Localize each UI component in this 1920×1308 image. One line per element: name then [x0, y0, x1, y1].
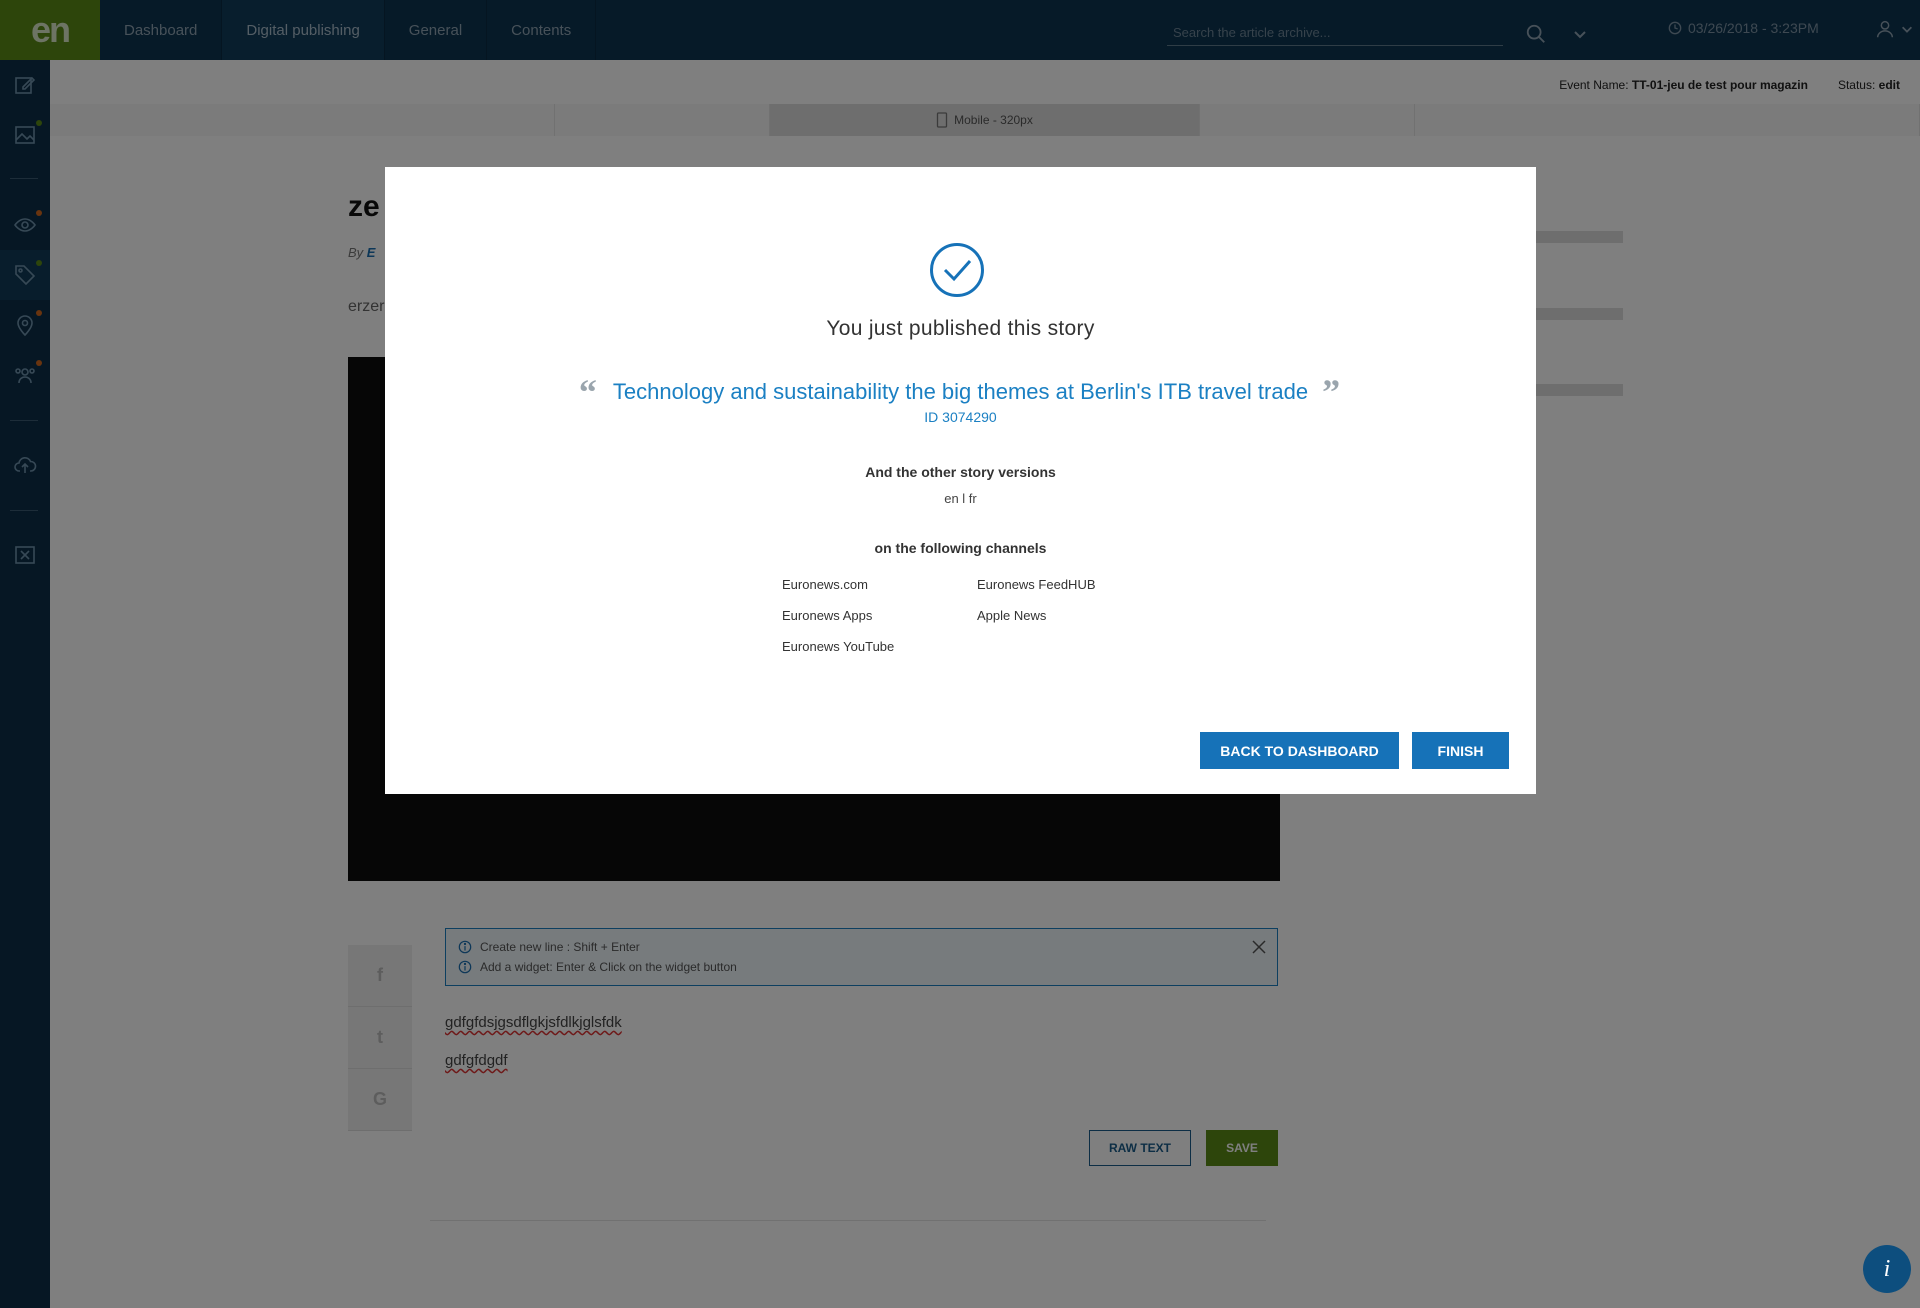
help-button[interactable]: i: [1863, 1245, 1911, 1293]
finish-button[interactable]: FINISH: [1412, 732, 1509, 769]
story-id: ID 3074290: [924, 409, 997, 425]
versions-label: And the other story versions: [865, 464, 1056, 480]
channels-label: on the following channels: [874, 540, 1047, 556]
check-circle-icon: [930, 243, 984, 297]
dialog-heading: You just published this story: [826, 317, 1095, 340]
channel-list: Euronews.com Euronews FeedHUB Euronews A…: [782, 577, 1142, 654]
open-quote-icon: “: [578, 372, 597, 412]
close-quote-icon: ”: [1322, 372, 1341, 412]
info-icon: i: [1883, 1255, 1891, 1282]
back-to-dashboard-button[interactable]: BACK TO DASHBOARD: [1200, 732, 1399, 769]
channel-item: Apple News: [977, 608, 1047, 623]
story-title[interactable]: Technology and sustainability the big th…: [613, 379, 1308, 405]
publish-success-dialog: You just published this story “ Technolo…: [385, 167, 1536, 794]
channel-item: Euronews.com: [782, 577, 868, 592]
channel-item: Euronews YouTube: [782, 639, 895, 654]
story-versions: en l fr: [944, 491, 977, 506]
story-title-row: “ Technology and sustainability the big …: [385, 372, 1536, 412]
channel-item: Euronews FeedHUB: [977, 577, 1096, 592]
channel-item: Euronews Apps: [782, 608, 873, 623]
